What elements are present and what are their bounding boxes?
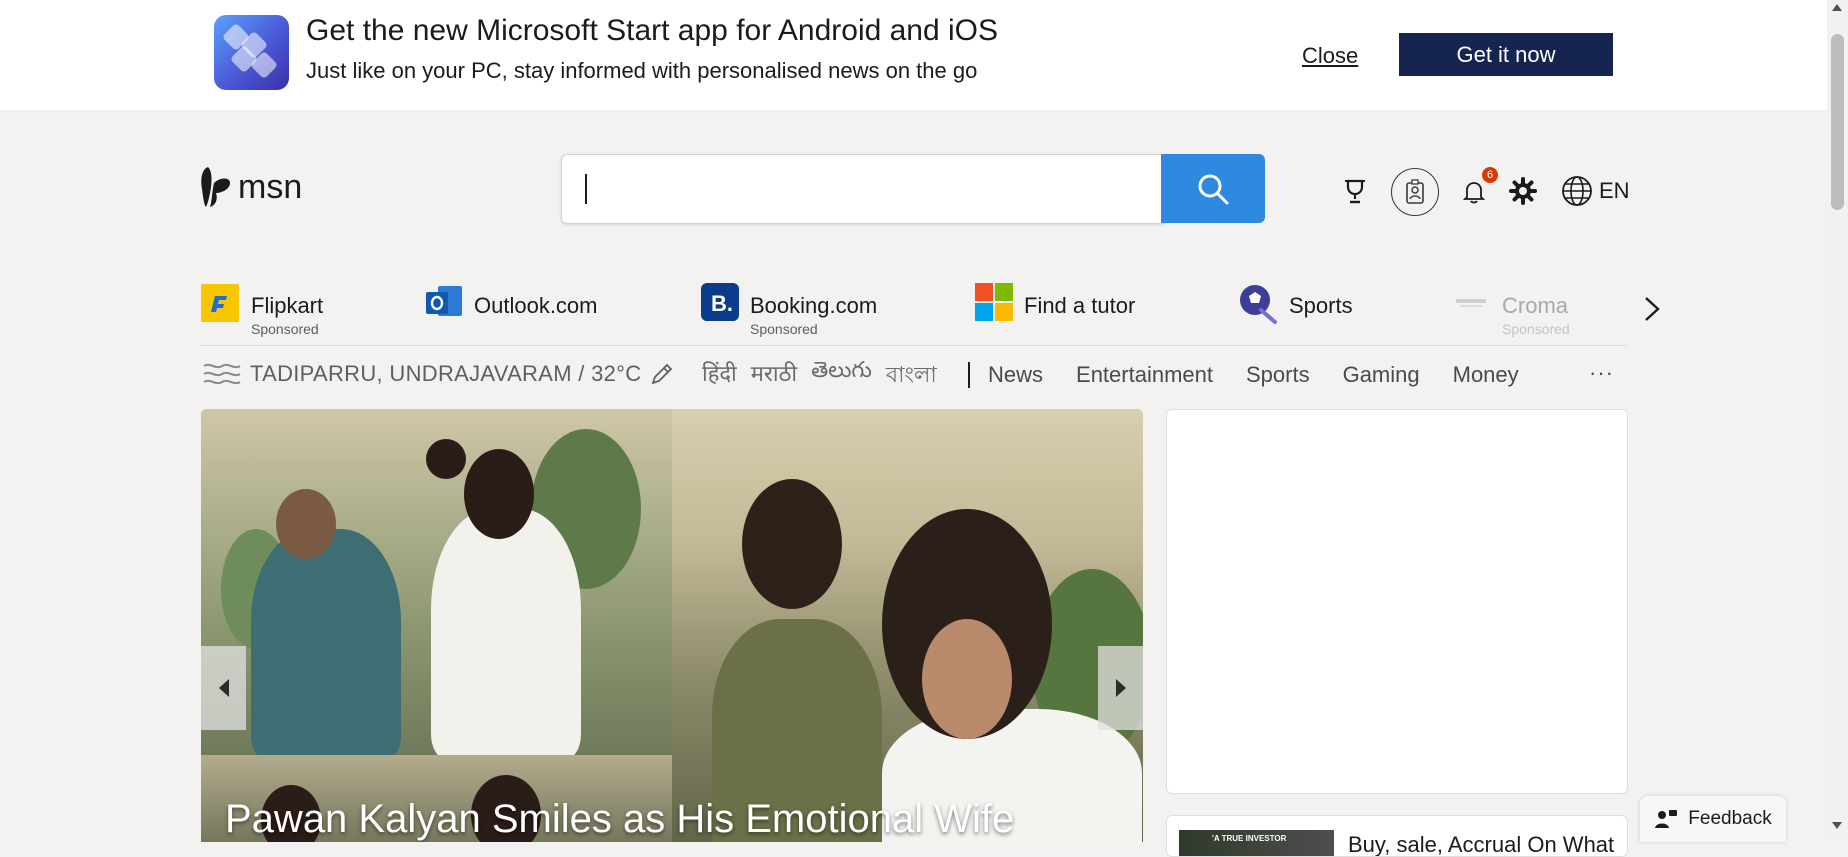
quicklink-outlook[interactable]: Outlook.com [424,282,598,338]
chevron-right-icon [1115,679,1126,697]
language-link-telugu[interactable]: తెలుగు [811,358,872,395]
flipkart-icon [201,284,239,322]
side-news-card[interactable]: 'A TRUE INVESTOR Buy, sale, Accrual On W… [1166,815,1628,857]
language-link-hindi[interactable]: हिंदी [702,358,737,395]
nav-news[interactable]: News [988,362,1043,388]
sponsored-tag: Sponsored [251,321,319,337]
nav-money[interactable]: Money [1453,362,1519,388]
text-cursor [585,174,587,204]
profile-badge-icon[interactable] [1391,168,1439,216]
page-scrollbar[interactable] [1827,0,1848,842]
svg-text:B.: B. [711,291,733,316]
more-options-icon[interactable]: ··· [1589,360,1614,386]
quicklink-find-a-tutor[interactable]: Find a tutor [974,282,1135,338]
quicklinks-next-chevron-icon[interactable] [1640,294,1664,324]
language-code[interactable]: EN [1599,178,1630,204]
quicklink-label: Find a tutor [1024,293,1136,318]
quicklink-label: Flipkart [251,293,324,318]
app-promo-banner: Get the new Microsoft Start app for Andr… [0,0,1827,110]
quicklink-sports[interactable]: Sports [1237,282,1353,338]
search-input[interactable] [561,154,1164,224]
hero-headline[interactable]: Pawan Kalyan Smiles as His Emotional Wif… [225,797,1014,842]
scroll-up-arrow-icon[interactable] [1832,4,1842,11]
search-icon [1198,174,1229,204]
close-banner-link[interactable]: Close [1302,43,1358,69]
search-button[interactable] [1161,154,1265,223]
butterfly-logo-icon [201,167,230,207]
sponsored-tag: Sponsored [1502,321,1570,337]
banner-subtitle: Just like on your PC, stay informed with… [306,58,978,83]
divider [199,345,1627,346]
feedback-icon [1655,810,1678,828]
notifications-bell-icon[interactable] [1460,178,1488,206]
feedback-button[interactable]: Feedback [1640,796,1786,842]
quicklink-flipkart[interactable]: Flipkart Sponsored [199,282,323,338]
microsoft-start-app-icon [214,15,289,90]
carousel-prev-button[interactable] [201,646,246,730]
booking-icon: B. [701,283,739,321]
carousel-next-button[interactable] [1098,646,1143,730]
scroll-thumb[interactable] [1831,34,1844,210]
quicklink-label: Booking.com [750,293,878,318]
side-news-headline[interactable]: Buy, sale, Accrual On What [1348,832,1614,856]
feedback-label: Feedback [1688,808,1772,829]
msn-logo[interactable]: msn [198,165,302,209]
hero-carousel[interactable]: Pawan Kalyan Smiles as His Emotional Wif… [201,409,1143,842]
quicklink-label: Sports [1289,293,1353,318]
logo-text: msn [238,167,303,206]
banner-title: Get the new Microsoft Start app for Andr… [306,14,999,47]
hero-image-left [201,409,672,759]
scroll-down-arrow-icon[interactable] [1832,822,1842,829]
settings-gear-icon[interactable] [1508,176,1538,206]
rewards-trophy-icon[interactable] [1340,176,1370,206]
language-links: हिंदी मराठी తెలుగు বাংলা [702,358,937,395]
nav-sports[interactable]: Sports [1246,362,1310,388]
quicklink-booking[interactable]: B. Booking.com Sponsored [700,282,877,338]
croma-logo-icon [1451,283,1491,323]
weather-text: TADIPARRU, UNDRAJAVARAM / 32°C [250,361,642,386]
sports-ball-icon [1240,285,1277,324]
ad-placeholder-card [1166,409,1628,794]
category-nav: News Entertainment Sports Gaming Money [988,362,1519,388]
nav-gaming[interactable]: Gaming [1343,362,1420,388]
language-link-marathi[interactable]: मराठी [751,358,797,395]
sponsored-tag: Sponsored [750,321,818,337]
nav-entertainment[interactable]: Entertainment [1076,362,1213,388]
chevron-left-icon [218,679,229,697]
quicklink-label: Outlook.com [474,293,598,318]
quicklink-label: Croma [1502,293,1569,318]
outlook-icon [426,286,462,316]
microsoft-tiles-icon [975,283,1013,321]
language-globe-icon[interactable] [1561,175,1593,207]
edit-pencil-icon[interactable] [649,361,675,387]
haze-weather-icon [203,363,241,385]
notification-count-badge: 6 [1482,167,1498,183]
nav-separator [968,362,970,388]
quicklink-croma[interactable]: Croma Sponsored [1450,282,1570,338]
hero-image-right [672,409,1143,842]
language-link-bengali[interactable]: বাংলা [886,358,937,395]
weather-location[interactable]: TADIPARRU, UNDRAJAVARAM / 32°C [202,360,675,388]
get-it-now-button[interactable]: Get it now [1399,33,1613,76]
